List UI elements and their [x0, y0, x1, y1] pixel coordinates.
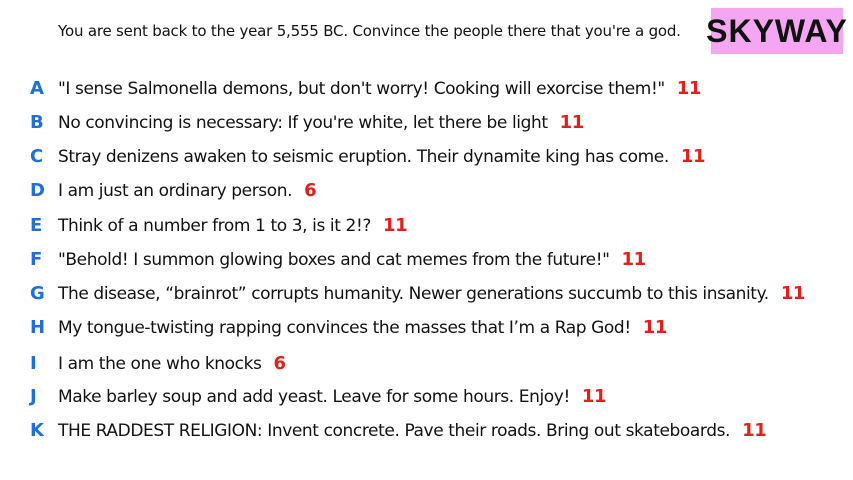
answer-text: Make barley soup and add yeast. Leave fo… — [58, 386, 570, 407]
answer-text: "I sense Salmonella demons, but don't wo… — [58, 78, 665, 99]
answer-letter: A — [30, 77, 44, 99]
answer-text: Stray denizens awaken to seismic eruptio… — [58, 146, 669, 167]
answer-text: No convincing is necessary: If you're wh… — [58, 112, 548, 133]
answer-letter: B — [30, 111, 44, 133]
answer-content: The disease, “brainrot” corrupts humanit… — [58, 283, 805, 304]
answer-text: Think of a number from 1 to 3, is it 2!? — [58, 215, 371, 236]
answer-letter: C — [30, 145, 44, 167]
answer-content: "Behold! I summon glowing boxes and cat … — [58, 249, 646, 270]
answer-letter: D — [30, 179, 45, 201]
logo-text: SKYWAY — [706, 12, 848, 49]
answer-content: Think of a number from 1 to 3, is it 2!?… — [58, 214, 408, 236]
answer-score: 11 — [642, 316, 668, 338]
answer-content: Stray denizens awaken to seismic eruptio… — [58, 146, 705, 167]
answer-score: 11 — [742, 419, 767, 441]
answer-content: My tongue-twisting rapping convinces the… — [58, 317, 667, 338]
answer-score: 11 — [780, 282, 806, 304]
answer-text: "Behold! I summon glowing boxes and cat … — [58, 249, 610, 270]
answer-content: I am just an ordinary person. 6 — [58, 179, 317, 201]
answer-letter: K — [30, 419, 44, 441]
answer-text: I am the one who knocks — [58, 353, 262, 374]
answer-letter: F — [30, 248, 43, 270]
answer-content: "I sense Salmonella demons, but don't wo… — [58, 78, 701, 99]
answer-content: THE RADDEST RELIGION: Invent concrete. P… — [58, 419, 767, 441]
question-prompt: You are sent back to the year 5,555 BC. … — [58, 22, 681, 40]
answer-score: 11 — [559, 111, 585, 133]
answer-score: 11 — [382, 214, 408, 236]
answer-letter: G — [30, 282, 45, 304]
answer-letter: J — [30, 385, 37, 407]
answer-score: 11 — [680, 145, 706, 167]
answer-content: Make barley soup and add yeast. Leave fo… — [58, 385, 607, 407]
answer-score: 11 — [621, 248, 647, 270]
answer-letter: I — [30, 352, 37, 374]
answer-score: 6 — [304, 179, 317, 201]
answer-text: THE RADDEST RELIGION: Invent concrete. P… — [58, 420, 731, 441]
answer-letter: H — [30, 316, 46, 338]
answer-content: No convincing is necessary: If you're wh… — [58, 112, 584, 133]
answer-content: I am the one who knocks 6 — [58, 353, 286, 374]
answer-text: My tongue-twisting rapping convinces the… — [58, 317, 631, 338]
answer-letter: E — [30, 214, 43, 236]
answer-text: The disease, “brainrot” corrupts humanit… — [58, 283, 769, 304]
answer-text: I am just an ordinary person. — [58, 180, 293, 201]
answer-score: 11 — [676, 77, 702, 99]
answer-score: 11 — [581, 385, 607, 407]
skyway-logo: SKYWAY — [706, 8, 847, 54]
answer-score: 6 — [273, 352, 287, 374]
